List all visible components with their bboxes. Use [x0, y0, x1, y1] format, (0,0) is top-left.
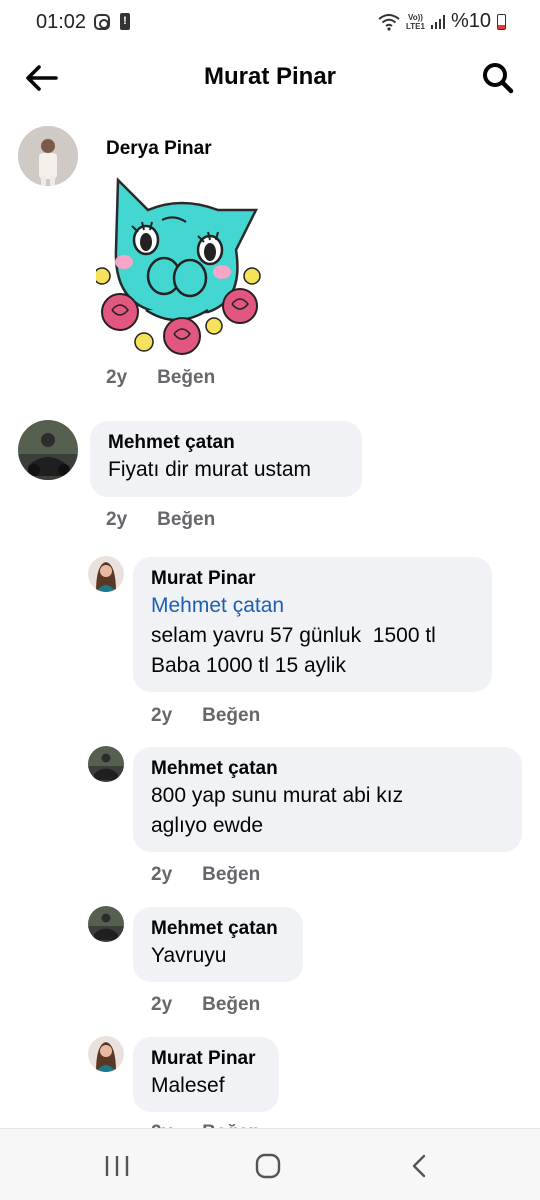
avatar-image	[18, 126, 78, 186]
like-button[interactable]: Beğen	[202, 705, 260, 727]
comment-meta: 2y Beğen	[106, 367, 215, 389]
avatar-image	[88, 746, 124, 782]
home-button[interactable]	[248, 1151, 288, 1181]
volte-line2: LTE1	[406, 21, 425, 31]
instagram-notification-icon	[94, 13, 110, 30]
comment-bubble[interactable]: Mehmet çatan 800 yap sunu murat abi kız …	[133, 747, 522, 852]
comment-text: Yavruyu	[151, 944, 227, 967]
comment-age[interactable]: 2y	[151, 864, 172, 886]
comment-meta: 2y Beğen	[106, 509, 215, 531]
status-bar: 01:02 ! Vo)) LTE1 %10	[0, 0, 540, 44]
like-button[interactable]: Beğen	[157, 509, 215, 531]
like-button[interactable]: Beğen	[202, 864, 260, 886]
avatar-image	[88, 1036, 124, 1072]
avatar[interactable]	[88, 906, 124, 942]
comment-text: selam yavru 57 günluk 1500 tl Baba 1000 …	[151, 624, 436, 677]
mention-link[interactable]: Mehmet çatan	[151, 591, 474, 621]
signal-icon	[430, 14, 445, 29]
search-button[interactable]	[478, 58, 518, 98]
comment-author[interactable]: Murat Pinar	[151, 567, 474, 591]
wifi-icon	[378, 13, 400, 31]
comment-meta: 2y Beğen	[151, 994, 260, 1016]
avatar[interactable]	[88, 1036, 124, 1072]
like-button[interactable]: Beğen	[202, 994, 260, 1016]
back-nav-button[interactable]	[400, 1151, 440, 1181]
comment-bubble[interactable]: Murat Pinar Malesef	[133, 1037, 279, 1112]
comment-author[interactable]: Mehmet çatan	[151, 917, 285, 941]
comment-age[interactable]: 2y	[106, 509, 127, 531]
crying-cat-sticker	[93, 170, 266, 360]
status-time: 01:02	[36, 11, 87, 33]
comment-author[interactable]: Mehmet çatan	[151, 757, 504, 781]
page-title: Murat Pinar	[203, 63, 337, 90]
avatar[interactable]	[18, 126, 78, 186]
comment-meta: 2y Beğen	[151, 864, 260, 886]
comment-text: Malesef	[151, 1074, 225, 1097]
comment-bubble[interactable]: Murat Pinar Mehmet çatan selam yavru 57 …	[133, 557, 492, 692]
search-icon	[483, 63, 514, 94]
alert-notification-icon: !	[120, 13, 130, 30]
like-button[interactable]: Beğen	[157, 367, 215, 389]
volte-indicator: Vo)) LTE1	[406, 13, 425, 31]
chevron-left-icon	[412, 1154, 426, 1178]
comment-author[interactable]: Murat Pinar	[151, 1047, 261, 1071]
comment-text: Fiyatı dir murat ustam	[108, 458, 312, 481]
system-nav-bar	[0, 1128, 540, 1200]
avatar[interactable]	[18, 420, 78, 480]
avatar-image	[88, 906, 124, 942]
comment-bubble[interactable]: Mehmet çatan Yavruyu	[133, 907, 303, 982]
comment-author[interactable]: Derya Pinar	[106, 138, 212, 160]
recent-apps-button[interactable]	[97, 1151, 137, 1181]
avatar[interactable]	[88, 556, 124, 592]
comment-author[interactable]: Mehmet çatan	[108, 431, 344, 455]
app-header: Murat Pinar	[0, 44, 540, 110]
comment-age[interactable]: 2y	[151, 705, 172, 727]
battery-icon	[497, 13, 506, 30]
comment-bubble[interactable]: Mehmet çatan Fiyatı dir murat ustam	[90, 421, 362, 497]
battery-percent: %10	[450, 10, 491, 32]
home-icon	[255, 1153, 281, 1179]
comment-meta: 2y Beğen	[151, 705, 260, 727]
status-right-icons: Vo)) LTE1 %10	[378, 10, 506, 33]
avatar-image	[18, 420, 78, 480]
avatar-image	[88, 556, 124, 592]
comment-age[interactable]: 2y	[106, 367, 127, 389]
avatar[interactable]	[88, 746, 124, 782]
volte-line1: Vo))	[408, 12, 423, 22]
comment-age[interactable]: 2y	[151, 994, 172, 1016]
comment-text: 800 yap sunu murat abi kız aglıyo ewde	[151, 784, 404, 837]
recent-apps-icon	[105, 1156, 129, 1176]
status-left-icons: !	[94, 13, 130, 30]
